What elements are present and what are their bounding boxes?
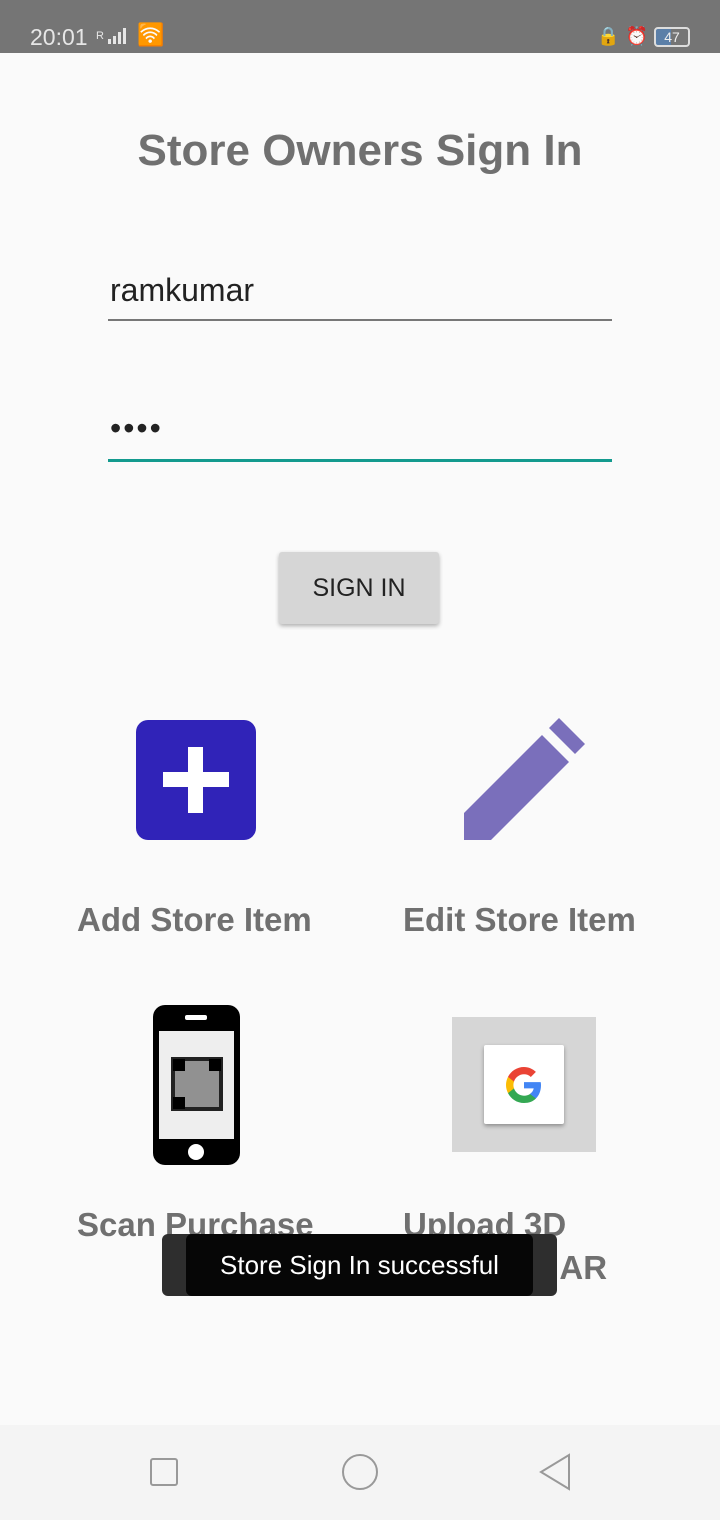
google-icon [506, 1066, 541, 1103]
password-input[interactable]: •••• [108, 410, 612, 462]
alarm-icon: ⏰ [625, 26, 648, 46]
recents-button[interactable] [150, 1458, 178, 1486]
rotation-lock-icon: 🔒 [597, 26, 620, 46]
toast-message: Store Sign In successful [186, 1234, 533, 1296]
add-store-item-label[interactable]: Add Store Item [77, 898, 312, 941]
roaming-indicator: R [96, 30, 104, 42]
google-upload-tile[interactable] [452, 1017, 596, 1152]
wifi-icon: 🛜 [137, 22, 165, 47]
username-input[interactable]: ramkumar [108, 272, 612, 321]
pencil-icon[interactable] [463, 718, 587, 842]
status-bar: 20:01 R 🛜 🔒 ⏰ 47 [0, 0, 720, 53]
plus-icon[interactable] [136, 720, 256, 840]
battery-icon: 47 [654, 26, 690, 47]
phone-qr-icon[interactable] [153, 1005, 240, 1165]
signal-icon [108, 28, 126, 44]
back-button[interactable] [538, 1453, 572, 1491]
clock: 20:01 [30, 24, 88, 50]
edit-store-item-label[interactable]: Edit Store Item [403, 898, 636, 941]
sign-in-button[interactable]: SIGN IN [279, 552, 439, 624]
navigation-bar [0, 1425, 720, 1520]
page-title: Store Owners Sign In [137, 126, 583, 175]
home-button[interactable] [342, 1454, 378, 1490]
